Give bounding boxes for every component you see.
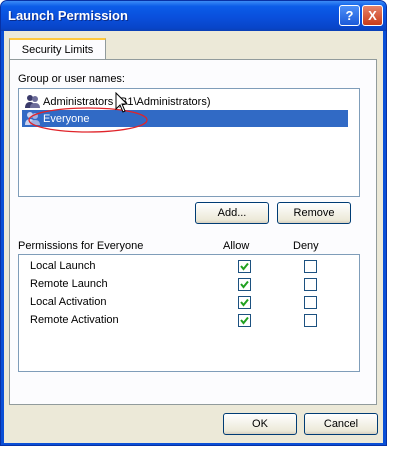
- allow-checkbox[interactable]: [238, 278, 251, 291]
- launch-permission-dialog: Launch Permission ? X Security Limits Gr…: [0, 0, 387, 446]
- check-icon: [240, 280, 249, 289]
- tab-panel: Group or user names: Administrators (B1\…: [9, 59, 377, 405]
- permission-name: Remote Launch: [30, 278, 108, 290]
- check-icon: [240, 262, 249, 271]
- permission-name: Local Activation: [30, 296, 107, 308]
- dialog-body: Security Limits Group or user names: Adm…: [4, 31, 383, 443]
- permission-row: Local Activation: [30, 294, 350, 312]
- ok-button[interactable]: OK: [223, 413, 297, 435]
- permission-row: Remote Launch: [30, 276, 350, 294]
- list-item-selected[interactable]: Everyone: [22, 110, 348, 127]
- user-group-icon: [25, 112, 40, 125]
- close-icon: X: [368, 8, 377, 23]
- deny-checkbox[interactable]: [304, 278, 317, 291]
- permissions-list: Local Launch Remote Launch Local Activat…: [18, 254, 360, 372]
- add-button[interactable]: Add...: [195, 202, 269, 224]
- allow-checkbox[interactable]: [238, 296, 251, 309]
- permission-row: Local Launch: [30, 258, 350, 276]
- close-button[interactable]: X: [362, 5, 383, 26]
- groups-label: Group or user names:: [18, 73, 125, 85]
- allow-checkbox[interactable]: [238, 314, 251, 327]
- tab-label: Security Limits: [21, 44, 94, 56]
- tab-security-limits[interactable]: Security Limits: [9, 38, 106, 60]
- group-user-list[interactable]: Administrators (B1\Administrators) Every…: [18, 88, 360, 197]
- cancel-button[interactable]: Cancel: [304, 413, 378, 435]
- title-bar[interactable]: Launch Permission ? X: [1, 1, 386, 31]
- list-item-label: Administrators (B1\Administrators): [43, 95, 211, 108]
- permissions-title: Permissions for Everyone: [18, 240, 144, 252]
- window-title: Launch Permission: [8, 8, 128, 23]
- deny-header: Deny: [293, 240, 319, 252]
- allow-header: Allow: [223, 240, 250, 252]
- deny-checkbox[interactable]: [304, 296, 317, 309]
- remove-button[interactable]: Remove: [277, 202, 351, 224]
- permission-row: Remote Activation: [30, 312, 350, 330]
- list-item[interactable]: Administrators (B1\Administrators): [22, 93, 348, 110]
- help-icon: ?: [345, 8, 354, 23]
- check-icon: [240, 298, 249, 307]
- user-group-icon: [25, 95, 40, 108]
- list-item-label: Everyone: [43, 112, 90, 125]
- deny-checkbox[interactable]: [304, 260, 317, 273]
- deny-checkbox[interactable]: [304, 314, 317, 327]
- permission-name: Remote Activation: [30, 314, 119, 326]
- permission-name: Local Launch: [30, 260, 96, 272]
- check-icon: [240, 316, 249, 325]
- help-button[interactable]: ?: [339, 5, 360, 26]
- allow-checkbox[interactable]: [238, 260, 251, 273]
